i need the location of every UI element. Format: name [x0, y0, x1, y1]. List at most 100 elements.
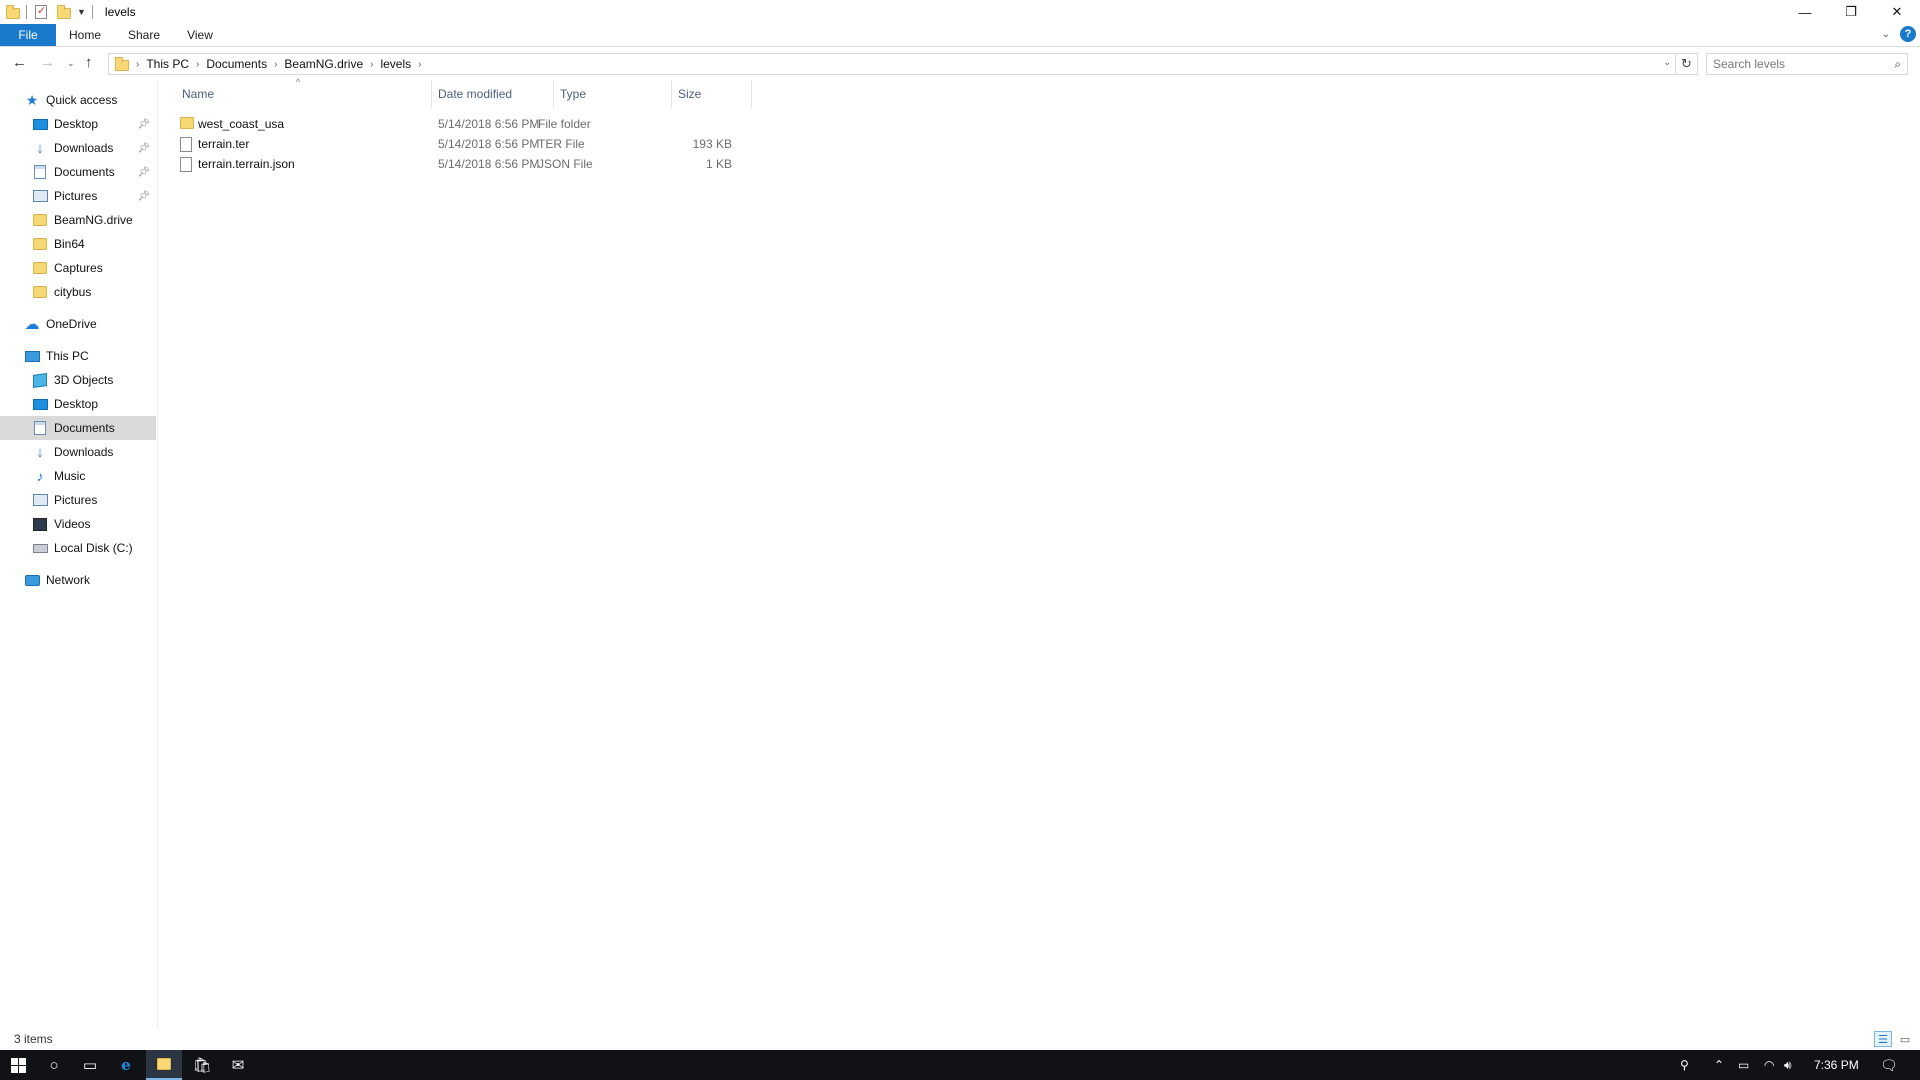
nav-pc-local-disk[interactable]: Local Disk (C:)	[0, 536, 156, 560]
nav-pc-desktop[interactable]: Desktop	[0, 392, 156, 416]
file-name[interactable]: terrain.ter	[198, 137, 249, 151]
breadcrumb-this-pc[interactable]: This PC	[146, 57, 189, 71]
back-arrow-icon[interactable]: ←	[12, 54, 27, 71]
store-icon[interactable]: 🛍︎	[184, 1050, 220, 1080]
quick-access-toolbar-dropdown-icon[interactable]: ▼	[77, 7, 86, 17]
tab-file[interactable]: File	[0, 24, 56, 46]
nav-label: Desktop	[54, 397, 99, 411]
forward-arrow-icon[interactable]: →	[40, 54, 55, 71]
file-type: JSON File	[538, 157, 593, 171]
refresh-icon[interactable]: ↻	[1676, 53, 1698, 75]
action-center-icon[interactable]: 🗨︎	[1880, 1050, 1898, 1080]
column-header-type[interactable]: Type	[554, 80, 672, 108]
status-bar: 3 items ☰ ▭	[0, 1028, 1920, 1050]
address-dropdown-icon[interactable]: ⌄	[1663, 57, 1671, 68]
chevron-right-icon[interactable]: ›	[196, 59, 199, 70]
column-header-size[interactable]: Size	[672, 80, 752, 108]
file-name[interactable]: west_coast_usa	[198, 117, 284, 131]
separator	[91, 5, 93, 19]
column-header-date-modified[interactable]: Date modified	[432, 80, 554, 108]
pin-icon[interactable]: 📌︎	[137, 143, 150, 154]
cortana-circle-icon[interactable]: ○	[36, 1050, 72, 1080]
nav-quick-pictures[interactable]: Pictures 📌︎	[0, 184, 156, 208]
close-button[interactable]: ✕	[1874, 0, 1920, 24]
tab-share[interactable]: Share	[124, 24, 164, 46]
mail-icon[interactable]: ✉	[220, 1050, 256, 1080]
nav-pc-videos[interactable]: Videos	[0, 512, 156, 536]
people-icon[interactable]: ⚲	[1680, 1050, 1689, 1080]
nav-quick-captures[interactable]: Captures	[0, 256, 156, 280]
edge-browser-icon[interactable]: e	[108, 1050, 144, 1080]
wifi-icon[interactable]: ◠	[1764, 1050, 1774, 1080]
expand-ribbon-icon[interactable]: ⌄	[1882, 29, 1890, 40]
nav-label: Captures	[54, 261, 103, 275]
file-icon	[180, 137, 192, 152]
breadcrumb-levels[interactable]: levels	[380, 57, 411, 71]
nav-network[interactable]: Network	[0, 568, 156, 592]
nav-quick-citybus[interactable]: citybus	[0, 280, 156, 304]
nav-quick-desktop[interactable]: Desktop 📌︎	[0, 112, 156, 136]
chevron-right-icon[interactable]: ›	[418, 59, 421, 70]
nav-label: BeamNG.drive	[54, 213, 133, 227]
address-bar[interactable]: › This PC › Documents › BeamNG.drive › l…	[108, 53, 1676, 75]
search-icon[interactable]: ⌕	[1894, 57, 1901, 72]
nav-quick-downloads[interactable]: ↓ Downloads 📌︎	[0, 136, 156, 160]
pin-icon[interactable]: 📌︎	[137, 167, 150, 178]
up-arrow-icon[interactable]: ↑	[85, 54, 93, 71]
chevron-right-icon[interactable]: ›	[274, 59, 277, 70]
nav-pc-pictures[interactable]: Pictures	[0, 488, 156, 512]
battery-icon[interactable]: ▭	[1738, 1050, 1749, 1080]
tab-home[interactable]: Home	[66, 24, 104, 46]
nav-pc-3d-objects[interactable]: 3D Objects	[0, 368, 156, 392]
file-name[interactable]: terrain.terrain.json	[198, 157, 295, 171]
file-list: ^ Name Date modified Type Size west_coas…	[160, 77, 1920, 1032]
file-row-terrain-json[interactable]: terrain.terrain.json 5/14/2018 6:56 PM J…	[176, 154, 912, 174]
pin-icon[interactable]: 📌︎	[137, 191, 150, 202]
nav-quick-documents[interactable]: Documents 📌︎	[0, 160, 156, 184]
task-view-icon[interactable]: ▭	[72, 1050, 108, 1080]
start-button[interactable]	[0, 1050, 36, 1080]
file-row-terrain-ter[interactable]: terrain.ter 5/14/2018 6:56 PM TER File 1…	[176, 134, 912, 154]
chevron-right-icon[interactable]: ›	[370, 59, 373, 70]
window-title: levels	[104, 5, 136, 19]
clock[interactable]: 7:36 PM	[1814, 1050, 1859, 1080]
nav-pc-documents[interactable]: Documents	[0, 416, 156, 440]
nav-label: 3D Objects	[54, 373, 114, 387]
column-header-name[interactable]: Name	[176, 80, 432, 108]
folder-icon	[6, 4, 20, 19]
computer-icon	[24, 348, 40, 364]
details-view-icon[interactable]: ☰	[1874, 1031, 1892, 1047]
volume-icon[interactable]: 🔊︎	[1784, 1050, 1792, 1080]
nav-quick-bin64[interactable]: Bin64	[0, 232, 156, 256]
nav-label: OneDrive	[46, 317, 97, 331]
nav-quick-beamng-drive[interactable]: BeamNG.drive	[0, 208, 156, 232]
breadcrumb-beamng-drive[interactable]: BeamNG.drive	[284, 57, 363, 71]
separator	[26, 5, 27, 19]
minimize-button[interactable]: —	[1782, 0, 1828, 24]
recent-locations-chevron-icon[interactable]: ⌄	[67, 58, 75, 69]
new-folder-icon[interactable]	[57, 4, 71, 19]
search-box[interactable]: ⌕	[1706, 53, 1908, 75]
nav-pc-music[interactable]: ♪ Music	[0, 464, 156, 488]
pin-icon[interactable]: 📌︎	[137, 119, 150, 130]
nav-this-pc[interactable]: This PC	[0, 344, 156, 368]
taskbar: ○ ▭ e 🛍︎ ✉ ⚲ ⌃ ▭ ◠ 🔊︎ 7:36 PM 🗨︎	[0, 1050, 1920, 1080]
breadcrumb-documents[interactable]: Documents	[206, 57, 267, 71]
show-hidden-icons-chevron-icon[interactable]: ⌃	[1714, 1050, 1724, 1080]
nav-quick-access[interactable]: ★ Quick access	[0, 88, 156, 112]
chevron-right-icon[interactable]: ›	[136, 59, 139, 70]
tab-view[interactable]: View	[182, 24, 218, 46]
ribbon-right-controls: ⌄ ?	[1882, 26, 1916, 42]
file-explorer-taskbar-icon[interactable]	[146, 1050, 182, 1080]
search-input[interactable]	[1713, 57, 1883, 71]
help-icon[interactable]: ?	[1900, 26, 1916, 42]
file-row-west-coast-usa[interactable]: west_coast_usa 5/14/2018 6:56 PM File fo…	[176, 114, 912, 134]
star-icon: ★	[25, 91, 39, 108]
maximize-button[interactable]: ❐	[1828, 0, 1874, 24]
nav-pc-downloads[interactable]: ↓ Downloads	[0, 440, 156, 464]
file-date: 5/14/2018 6:56 PM	[438, 117, 540, 131]
large-icons-view-icon[interactable]: ▭	[1896, 1031, 1914, 1047]
nav-onedrive[interactable]: ☁ OneDrive	[0, 312, 156, 336]
file-type: File folder	[538, 117, 591, 131]
properties-icon[interactable]	[35, 4, 47, 19]
